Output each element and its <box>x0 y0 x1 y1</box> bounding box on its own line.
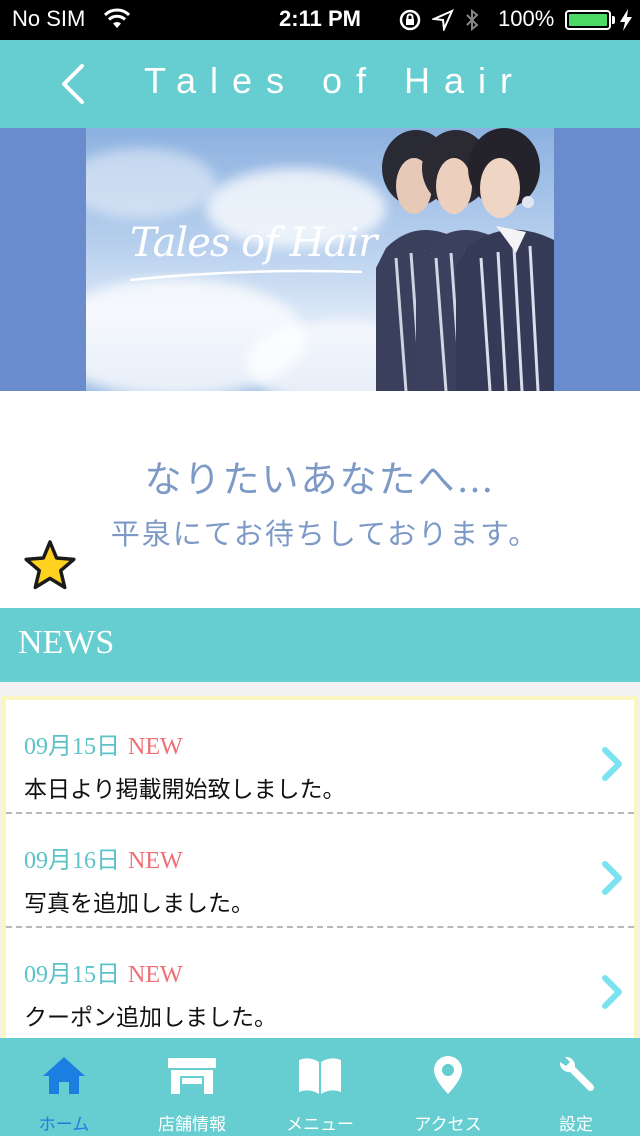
tab-access[interactable]: アクセス <box>384 1038 512 1136</box>
news-date: 09月15日 <box>24 734 120 760</box>
news-item[interactable]: 09月16日 NEW 写真を追加しました。 <box>6 814 634 928</box>
new-badge: NEW <box>128 962 183 988</box>
news-list: 09月15日 NEW 本日より掲載開始致しました。 09月16日 NEW 写真を追加… <box>2 696 638 1038</box>
news-text: 写真を追加しました。 <box>24 891 254 917</box>
wrench-icon <box>512 1054 640 1096</box>
page-title: Tales of Hair <box>143 60 527 101</box>
bluetooth-icon <box>464 8 480 36</box>
new-badge: NEW <box>128 848 183 874</box>
chevron-right-icon <box>600 974 624 1014</box>
news-item[interactable]: 09月15日 NEW クーポン追加しました。 <box>6 928 634 1038</box>
favorite-star-icon[interactable] <box>22 539 78 597</box>
chevron-right-icon <box>600 746 624 786</box>
news-text: クーポン追加しました。 <box>24 1005 277 1031</box>
tab-menu[interactable]: メニュー <box>256 1038 384 1136</box>
hero-logo: Tales of Hair <box>130 220 377 266</box>
book-icon <box>256 1054 384 1096</box>
location-arrow-icon <box>430 9 454 35</box>
battery-icon <box>565 10 611 30</box>
tab-label: 設定 <box>559 1115 593 1135</box>
tab-label: ホーム <box>38 1115 90 1135</box>
hero-banner: Tales of Hair <box>0 128 640 391</box>
navigation-bar: Tales of Hair <box>0 40 640 128</box>
new-badge: NEW <box>128 734 183 760</box>
chevron-right-icon <box>600 860 624 900</box>
slogan-line-1: なりたいあなたへ… <box>144 458 496 501</box>
news-section-header: NEWS <box>0 608 640 682</box>
tab-label: 店舗情報 <box>158 1115 226 1135</box>
location-pin-icon <box>384 1054 512 1096</box>
home-icon <box>0 1054 128 1096</box>
news-date: 09月15日 <box>24 962 120 988</box>
hero-image: Tales of Hair <box>86 128 554 391</box>
tab-home[interactable]: ホーム <box>0 1038 128 1136</box>
models-image <box>376 128 554 391</box>
tab-store-info[interactable]: 店舗情報 <box>128 1038 256 1136</box>
tab-label: アクセス <box>414 1115 482 1135</box>
news-text: 本日より掲載開始致しました。 <box>24 777 346 803</box>
news-date: 09月16日 <box>24 848 120 874</box>
slogan-line-2: 平泉にてお待ちしております。 <box>110 517 540 551</box>
rotation-lock-icon <box>398 8 422 36</box>
battery-percent: 100% <box>498 6 555 31</box>
status-bar: No SIM 2:11 PM 100% <box>0 0 640 40</box>
slogan-section: なりたいあなたへ… 平泉にてお待ちしております。 <box>0 391 640 608</box>
store-icon <box>128 1054 256 1096</box>
tab-settings[interactable]: 設定 <box>512 1038 640 1136</box>
news-item[interactable]: 09月15日 NEW 本日より掲載開始致しました。 <box>6 700 634 814</box>
tab-label: メニュー <box>286 1115 354 1135</box>
news-header-label: NEWS <box>18 624 115 661</box>
charging-bolt-icon <box>619 8 633 36</box>
tab-bar: ホーム 店舗情報 メニュー アクセス 設定 <box>0 1038 640 1136</box>
